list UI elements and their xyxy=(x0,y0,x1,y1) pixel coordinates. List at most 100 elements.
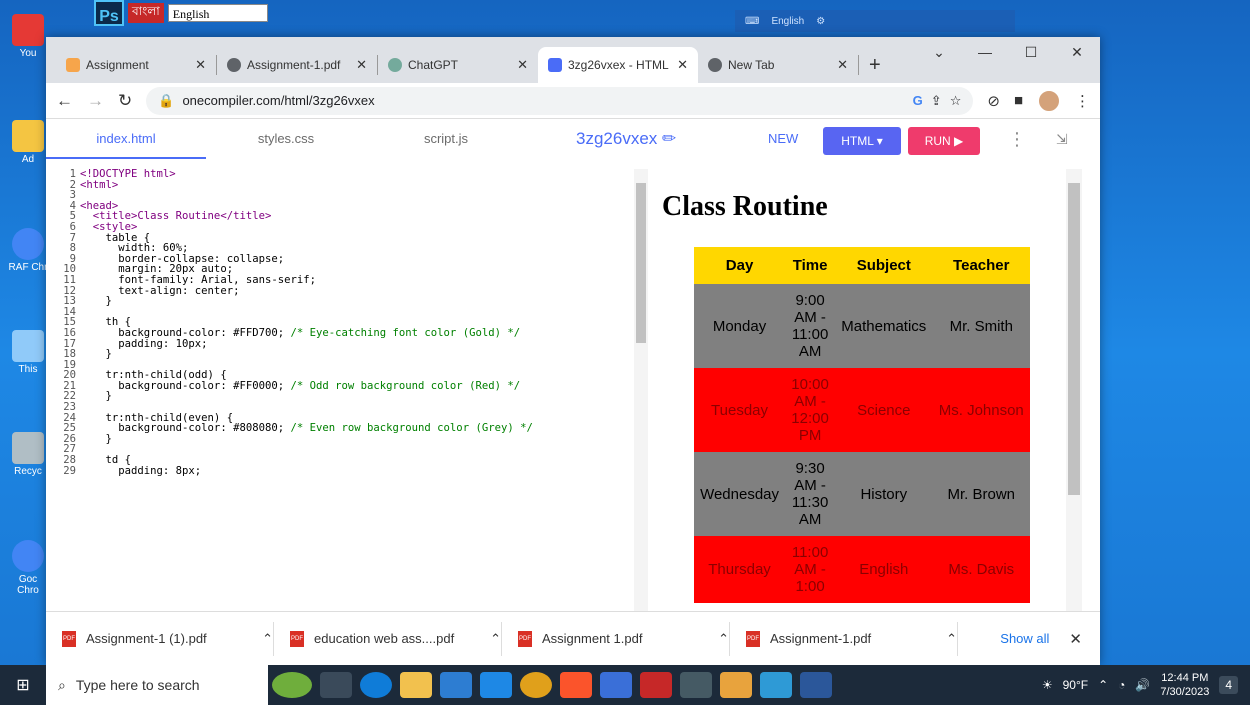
extension-icon[interactable]: ⊘ xyxy=(987,92,1000,110)
tab-index-html[interactable]: index.html xyxy=(46,119,206,159)
tab-search-icon[interactable]: ⌄ xyxy=(916,37,962,67)
code-line[interactable]: 18 } xyxy=(46,349,651,360)
code-line[interactable]: 1 <!DOCTYPE html> xyxy=(46,169,651,180)
sidepanel-icon[interactable]: ■ xyxy=(1014,92,1023,109)
edge-icon[interactable] xyxy=(360,672,392,698)
close-window-button[interactable]: ✕ xyxy=(1054,37,1100,67)
desktop-icon-chrome-2[interactable]: Goc Chro xyxy=(8,540,48,596)
language-select[interactable]: English xyxy=(167,4,268,22)
forward-icon[interactable]: → xyxy=(87,91,104,111)
code-line[interactable]: 22 } xyxy=(46,391,651,402)
share-icon[interactable]: ⇪ xyxy=(931,93,942,109)
tab-styles-css[interactable]: styles.css xyxy=(206,119,366,159)
taskbar-search[interactable]: ⌕ Type here to search xyxy=(46,665,268,705)
close-icon[interactable]: ✕ xyxy=(517,57,528,73)
notification-icon[interactable]: 4 xyxy=(1219,676,1238,694)
code-line[interactable]: 12 text-align: center; xyxy=(46,285,651,297)
table-row: Thursday 11:00 AM - 1:00 English Ms. Davis xyxy=(694,536,1030,603)
header-day: Day xyxy=(694,247,786,284)
taskbar: ⊞ ⌕ Type here to search ☀ 90°F ⌃ ◔ 🔊 12:4… xyxy=(0,665,1250,705)
header-subject: Subject xyxy=(835,247,933,284)
run-button[interactable]: RUN ▶ xyxy=(908,127,980,155)
tab-new-tab[interactable]: New Tab ✕ xyxy=(698,47,858,83)
show-all-link[interactable]: Show all xyxy=(1000,631,1069,646)
menu-kebab-icon[interactable]: ⋮ xyxy=(1075,92,1090,110)
download-item[interactable]: PDF Assignment-1 (1).pdf ⌃ xyxy=(46,621,274,656)
code-line[interactable]: 29 padding: 8px; xyxy=(46,466,651,477)
code-line[interactable]: 17 padding: 10px; xyxy=(46,338,651,350)
clock[interactable]: 12:44 PM 7/30/2023 xyxy=(1160,671,1209,699)
code-line[interactable]: 16 background-color: #FFD700; /* Eye-cat… xyxy=(46,328,651,339)
google-icon[interactable]: G xyxy=(913,93,923,108)
close-icon[interactable]: ✕ xyxy=(1069,630,1100,648)
code-line[interactable]: 3 xyxy=(46,190,651,201)
tab-onecompiler[interactable]: 3zg26vxex - HTML ✕ xyxy=(538,47,698,83)
url-field[interactable]: 🔒 onecompiler.com/html/3zg26vxex G ⇪ ☆ xyxy=(146,86,974,115)
code-line[interactable]: 11 font-family: Arial, sans-serif; xyxy=(46,275,651,286)
back-icon[interactable]: ← xyxy=(56,91,73,111)
profile-avatar[interactable] xyxy=(1037,88,1061,113)
wifi-icon[interactable]: ◔ xyxy=(1118,678,1125,692)
store-icon[interactable] xyxy=(440,672,472,698)
code-line[interactable]: 2 <html> xyxy=(46,179,651,191)
tab-assignment[interactable]: Assignment ✕ xyxy=(56,47,216,83)
code-line[interactable]: 21 background-color: #FF0000; /* Odd row… xyxy=(46,381,651,392)
tray-chevron-icon[interactable]: ⌃ xyxy=(1098,678,1108,692)
tab-chatgpt[interactable]: ChatGPT ✕ xyxy=(378,47,538,83)
file-explorer-icon[interactable] xyxy=(400,672,432,698)
preview-scrollbar[interactable] xyxy=(1066,169,1082,611)
chrome-profile-icon[interactable] xyxy=(720,672,752,698)
mail-icon[interactable] xyxy=(480,672,512,698)
settings-icon[interactable] xyxy=(680,672,712,698)
windows-start-icon[interactable]: ⊞ xyxy=(0,675,46,695)
download-item[interactable]: PDF Assignment-1.pdf ⌃ xyxy=(730,621,958,656)
download-item[interactable]: PDF education web ass....pdf ⌃ xyxy=(274,621,502,656)
tab-script-js[interactable]: script.js xyxy=(366,119,526,159)
weather-icon[interactable]: ☀ xyxy=(1042,678,1053,692)
code-line[interactable]: 13 } xyxy=(46,296,651,307)
language-bar[interactable]: ⌨ English ⚙ xyxy=(735,10,1015,32)
photoshop-icon[interactable]: Ps xyxy=(94,0,124,26)
reload-icon[interactable]: ↻ xyxy=(118,91,132,111)
word-icon[interactable] xyxy=(800,672,832,698)
tab-assignment-pdf[interactable]: Assignment-1.pdf ✕ xyxy=(217,47,377,83)
desktop-icon-recycle-bin[interactable]: Recyc xyxy=(8,432,48,477)
bookmark-star-icon[interactable]: ☆ xyxy=(950,93,962,109)
search-icon: ⌕ xyxy=(58,676,66,693)
code-line[interactable]: 26 } xyxy=(46,434,651,445)
close-icon[interactable]: ✕ xyxy=(677,57,688,73)
download-item[interactable]: PDF Assignment 1.pdf ⌃ xyxy=(502,621,730,656)
project-name[interactable]: 3zg26vxex ✏ xyxy=(576,119,676,159)
new-button[interactable]: NEW xyxy=(768,119,798,159)
desktop-icon-folder[interactable]: Ad xyxy=(8,120,48,165)
code-editor[interactable]: 1 <!DOCTYPE html> 2 <html> 3 4 <head> 5 <title>… xyxy=(46,169,651,611)
desktop-icon-this-pc[interactable]: This xyxy=(8,330,48,375)
close-icon[interactable]: ✕ xyxy=(837,57,848,73)
desktop-icon-chrome[interactable]: RAF Chr xyxy=(8,228,48,273)
chrome-taskbar-icon[interactable] xyxy=(520,672,552,698)
minimize-button[interactable]: — xyxy=(962,37,1008,67)
brave-icon[interactable] xyxy=(560,672,592,698)
close-icon[interactable]: ✕ xyxy=(356,57,367,73)
more-options-icon[interactable]: ⋮ xyxy=(1008,119,1026,159)
app-icon-2[interactable] xyxy=(640,672,672,698)
weather-temp[interactable]: 90°F xyxy=(1063,678,1088,692)
desktop-icon-youtube[interactable]: You xyxy=(8,14,48,59)
chrome-profile-icon-2[interactable] xyxy=(760,672,792,698)
code-line[interactable]: 6 <style> xyxy=(46,222,651,233)
collapse-icon[interactable]: ⇲ xyxy=(1056,119,1068,159)
new-tab-button[interactable]: + xyxy=(869,54,881,77)
code-scrollbar[interactable] xyxy=(634,169,648,611)
app-icon[interactable] xyxy=(600,672,632,698)
language-dropdown-button[interactable]: HTML ▾ xyxy=(823,127,901,155)
maximize-button[interactable]: ☐ xyxy=(1008,37,1054,67)
code-line[interactable]: 25 background-color: #808080; /* Even ro… xyxy=(46,423,651,434)
pencil-icon: ✏ xyxy=(662,129,677,148)
widget-icon[interactable] xyxy=(272,672,312,698)
close-icon[interactable]: ✕ xyxy=(195,57,206,73)
code-line[interactable]: 27 xyxy=(46,444,651,455)
volume-icon[interactable]: 🔊 xyxy=(1135,678,1150,692)
settings-icon: ⚙ xyxy=(816,15,826,27)
task-view-icon[interactable] xyxy=(320,672,352,698)
code-line[interactable]: 14 xyxy=(46,307,651,318)
